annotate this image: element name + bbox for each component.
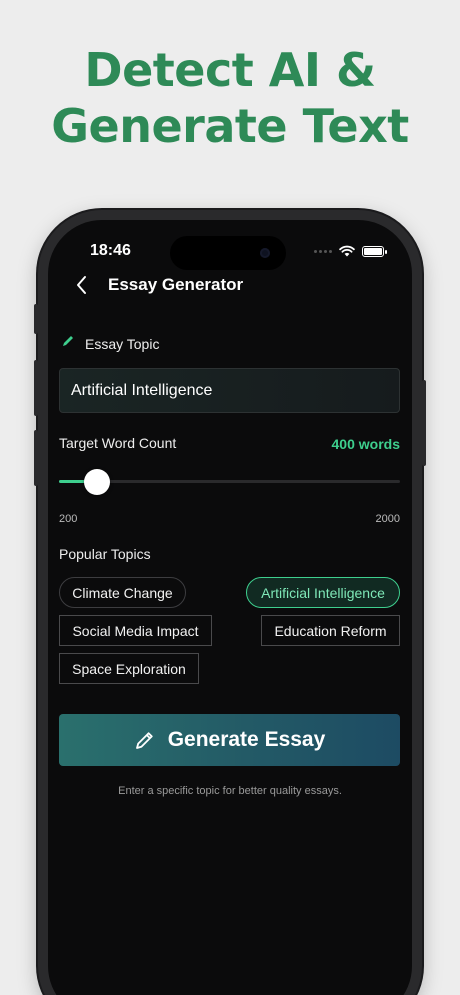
word-count-value: 400 words bbox=[331, 436, 400, 452]
cellular-dots-icon bbox=[314, 249, 332, 253]
promo-headline: Detect AI & Generate Text bbox=[0, 42, 460, 154]
page-title: Essay Generator bbox=[108, 275, 244, 294]
status-time: 18:46 bbox=[90, 242, 131, 259]
pencil-icon bbox=[135, 732, 153, 749]
dynamic-island bbox=[170, 236, 286, 270]
topic-chip-social-media-impact[interactable]: Social Media Impact bbox=[59, 615, 212, 646]
volume-down-button bbox=[34, 430, 38, 486]
headline-line-2: Generate Text bbox=[51, 99, 409, 153]
power-button bbox=[422, 380, 426, 466]
word-count-slider[interactable] bbox=[59, 469, 400, 495]
topic-chip-education-reform[interactable]: Education Reform bbox=[261, 615, 400, 646]
essay-topic-input[interactable] bbox=[59, 368, 400, 413]
battery-icon bbox=[362, 245, 387, 257]
action-button bbox=[34, 304, 38, 334]
generate-essay-button[interactable]: Generate Essay bbox=[59, 714, 400, 766]
word-count-label: Target Word Count bbox=[59, 435, 177, 451]
nav-bar: Essay Generator bbox=[48, 270, 412, 300]
topic-chip-climate-change[interactable]: Climate Change bbox=[59, 577, 186, 608]
popular-topics-label: Popular Topics bbox=[59, 546, 151, 562]
phone-frame: 18:46 Essay Generator Essay Topic Target… bbox=[34, 210, 426, 995]
slider-thumb[interactable] bbox=[83, 469, 110, 495]
hint-text: Enter a specific topic for better qualit… bbox=[118, 785, 342, 797]
camera-icon bbox=[260, 248, 270, 258]
wifi-icon bbox=[339, 245, 355, 257]
topic-chip-artificial-intelligence[interactable]: Artificial Intelligence bbox=[246, 577, 400, 608]
headline-line-1: Detect AI & bbox=[84, 43, 376, 97]
slider-min-label: 200 bbox=[59, 513, 78, 525]
app-screen: 18:46 Essay Generator Essay Topic Target… bbox=[48, 220, 412, 995]
pencil-icon bbox=[63, 336, 73, 346]
chevron-left-icon[interactable] bbox=[72, 273, 92, 297]
volume-up-button bbox=[34, 360, 38, 416]
slider-track bbox=[59, 480, 400, 483]
topic-chip-space-exploration[interactable]: Space Exploration bbox=[59, 653, 199, 684]
generate-essay-label: Generate Essay bbox=[167, 728, 326, 751]
slider-max-label: 2000 bbox=[375, 513, 400, 525]
essay-topic-label: Essay Topic bbox=[85, 336, 160, 352]
status-icons bbox=[314, 245, 387, 257]
